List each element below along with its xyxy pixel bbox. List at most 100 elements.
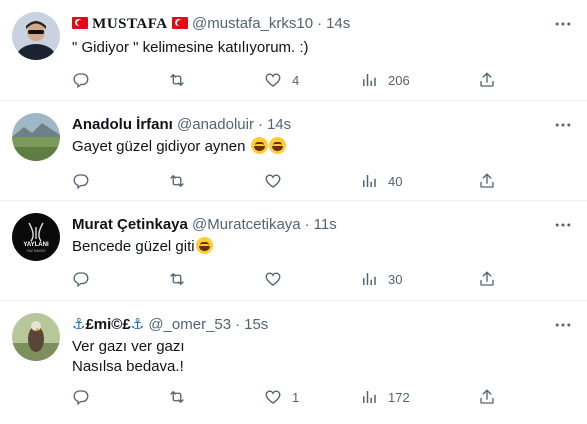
timestamp[interactable]: 14s (326, 15, 350, 32)
grinning-emoji-icon (195, 237, 213, 254)
reply-button[interactable] (72, 387, 100, 407)
retweet-button[interactable] (168, 70, 196, 90)
tweet[interactable]: ⚓£mi©£⚓ @_omer_53 · 15s Ver gazı ver gazı … (0, 301, 587, 424)
like-button[interactable]: 4 (264, 70, 299, 90)
avatar[interactable] (12, 113, 60, 161)
avatar-image (12, 12, 60, 60)
display-name[interactable]: Anadolu İrfanı (72, 116, 173, 133)
tweet-text: Gayet güzel gidiyor aynen (72, 138, 246, 155)
action-bar: 30 (72, 269, 512, 289)
tweet-header: Anadolu İrfanı @anadoluir · 14s (72, 115, 291, 135)
separator-dot: · (235, 316, 241, 333)
reply-icon (72, 172, 90, 190)
timestamp[interactable]: 15s (244, 316, 268, 333)
handle[interactable]: @mustafa_krks10 (192, 15, 313, 32)
like-icon (264, 71, 282, 89)
more-icon[interactable] (553, 115, 573, 135)
like-icon (264, 172, 282, 190)
like-button[interactable]: 1 (264, 387, 299, 407)
turkey-flag-icon (171, 17, 188, 29)
action-bar: 1 172 (72, 387, 512, 407)
handle[interactable]: @Muratcetikaya (192, 216, 301, 233)
tweet[interactable]: MUSTAFA @mustafa_krks10 · 14s " Gidiyor " … (0, 0, 587, 101)
tweet-header: ⚓£mi©£⚓ @_omer_53 · 15s (72, 315, 268, 335)
display-name[interactable]: £mi©£ (85, 316, 130, 333)
share-button[interactable] (478, 171, 496, 191)
views-button[interactable]: 206 (360, 70, 410, 90)
tweet-text-wrap: Gayet güzel gidiyor aynen (72, 137, 286, 157)
views-icon (360, 172, 378, 190)
tweet[interactable]: Anadolu İrfanı @anadoluir · 14s Gayet güze… (0, 101, 587, 201)
display-name[interactable]: Murat Çetinkaya (72, 216, 188, 233)
avatar[interactable]: YAYLANI YAZ HAYATI (12, 213, 60, 261)
action-bar: 4 206 (72, 70, 512, 90)
views-button[interactable]: 40 (360, 171, 402, 191)
avatar-image: YAYLANI YAZ HAYATI (12, 213, 60, 261)
share-icon (478, 71, 496, 89)
avatar[interactable] (12, 12, 60, 60)
views-icon (360, 388, 378, 406)
views-button[interactable]: 172 (360, 387, 410, 407)
reply-button[interactable] (72, 269, 100, 289)
share-button[interactable] (478, 269, 496, 289)
tweet-header: Murat Çetinkaya @Muratcetikaya · 11s (72, 215, 337, 235)
share-icon (478, 388, 496, 406)
avatar-text-top: YAYLANI (23, 242, 49, 248)
laughing-emoji-icon (250, 137, 268, 154)
reply-button[interactable] (72, 70, 100, 90)
anchor-icon: ⚓ (130, 316, 145, 333)
share-icon (478, 172, 496, 190)
display-name[interactable]: MUSTAFA (92, 16, 167, 32)
avatar-image (12, 313, 60, 361)
tweet-text-wrap: Bencede güzel giti (72, 237, 213, 257)
retweet-icon (168, 388, 186, 406)
tweet-header: MUSTAFA @mustafa_krks10 · 14s (72, 14, 350, 34)
like-icon (264, 270, 282, 288)
share-icon (478, 270, 496, 288)
avatar[interactable] (12, 313, 60, 361)
handle[interactable]: @anadoluir (177, 116, 254, 133)
anchor-icon: ⚓ (72, 316, 86, 333)
avatar-image (12, 113, 60, 161)
timestamp[interactable]: 11s (314, 216, 337, 233)
retweet-icon (168, 270, 186, 288)
view-count: 172 (388, 389, 410, 405)
more-icon[interactable] (553, 215, 573, 235)
like-button[interactable] (264, 171, 292, 191)
like-count: 1 (292, 389, 300, 405)
reply-icon (72, 270, 90, 288)
tweet[interactable]: YAYLANI YAZ HAYATI Murat Çetinkaya @Mura… (0, 201, 587, 301)
retweet-button[interactable] (168, 387, 196, 407)
avatar-text-bottom: YAZ HAYATI (27, 249, 46, 253)
more-icon[interactable] (553, 315, 573, 335)
action-bar: 40 (72, 171, 512, 191)
reply-icon (72, 71, 90, 89)
timestamp[interactable]: 14s (267, 116, 291, 133)
reply-icon (72, 388, 90, 406)
view-count: 30 (388, 271, 403, 287)
like-icon (264, 388, 282, 406)
separator-dot: · (304, 216, 310, 233)
tweet-text: Ver gazı ver gazı Nasılsa bedava.! (72, 338, 185, 375)
share-button[interactable] (478, 70, 496, 90)
separator-dot: · (257, 116, 263, 133)
reply-button[interactable] (72, 171, 100, 191)
like-button[interactable] (264, 269, 292, 289)
tweet-text: " Gidiyor " kelimesine katılıyorum. :) (72, 39, 309, 56)
tweet-text: Bencede güzel giti (72, 238, 195, 255)
handle[interactable]: @_omer_53 (148, 316, 231, 333)
separator-dot: · (317, 15, 323, 32)
view-count: 206 (388, 72, 410, 88)
retweet-button[interactable] (168, 269, 196, 289)
like-count: 4 (292, 72, 300, 88)
turkey-flag-icon (72, 17, 88, 29)
view-count: 40 (388, 173, 403, 189)
retweet-icon (168, 71, 186, 89)
retweet-icon (168, 172, 186, 190)
share-button[interactable] (478, 387, 496, 407)
views-icon (360, 71, 378, 89)
retweet-button[interactable] (168, 171, 196, 191)
more-icon[interactable] (553, 14, 573, 34)
views-button[interactable]: 30 (360, 269, 402, 289)
views-icon (360, 270, 378, 288)
